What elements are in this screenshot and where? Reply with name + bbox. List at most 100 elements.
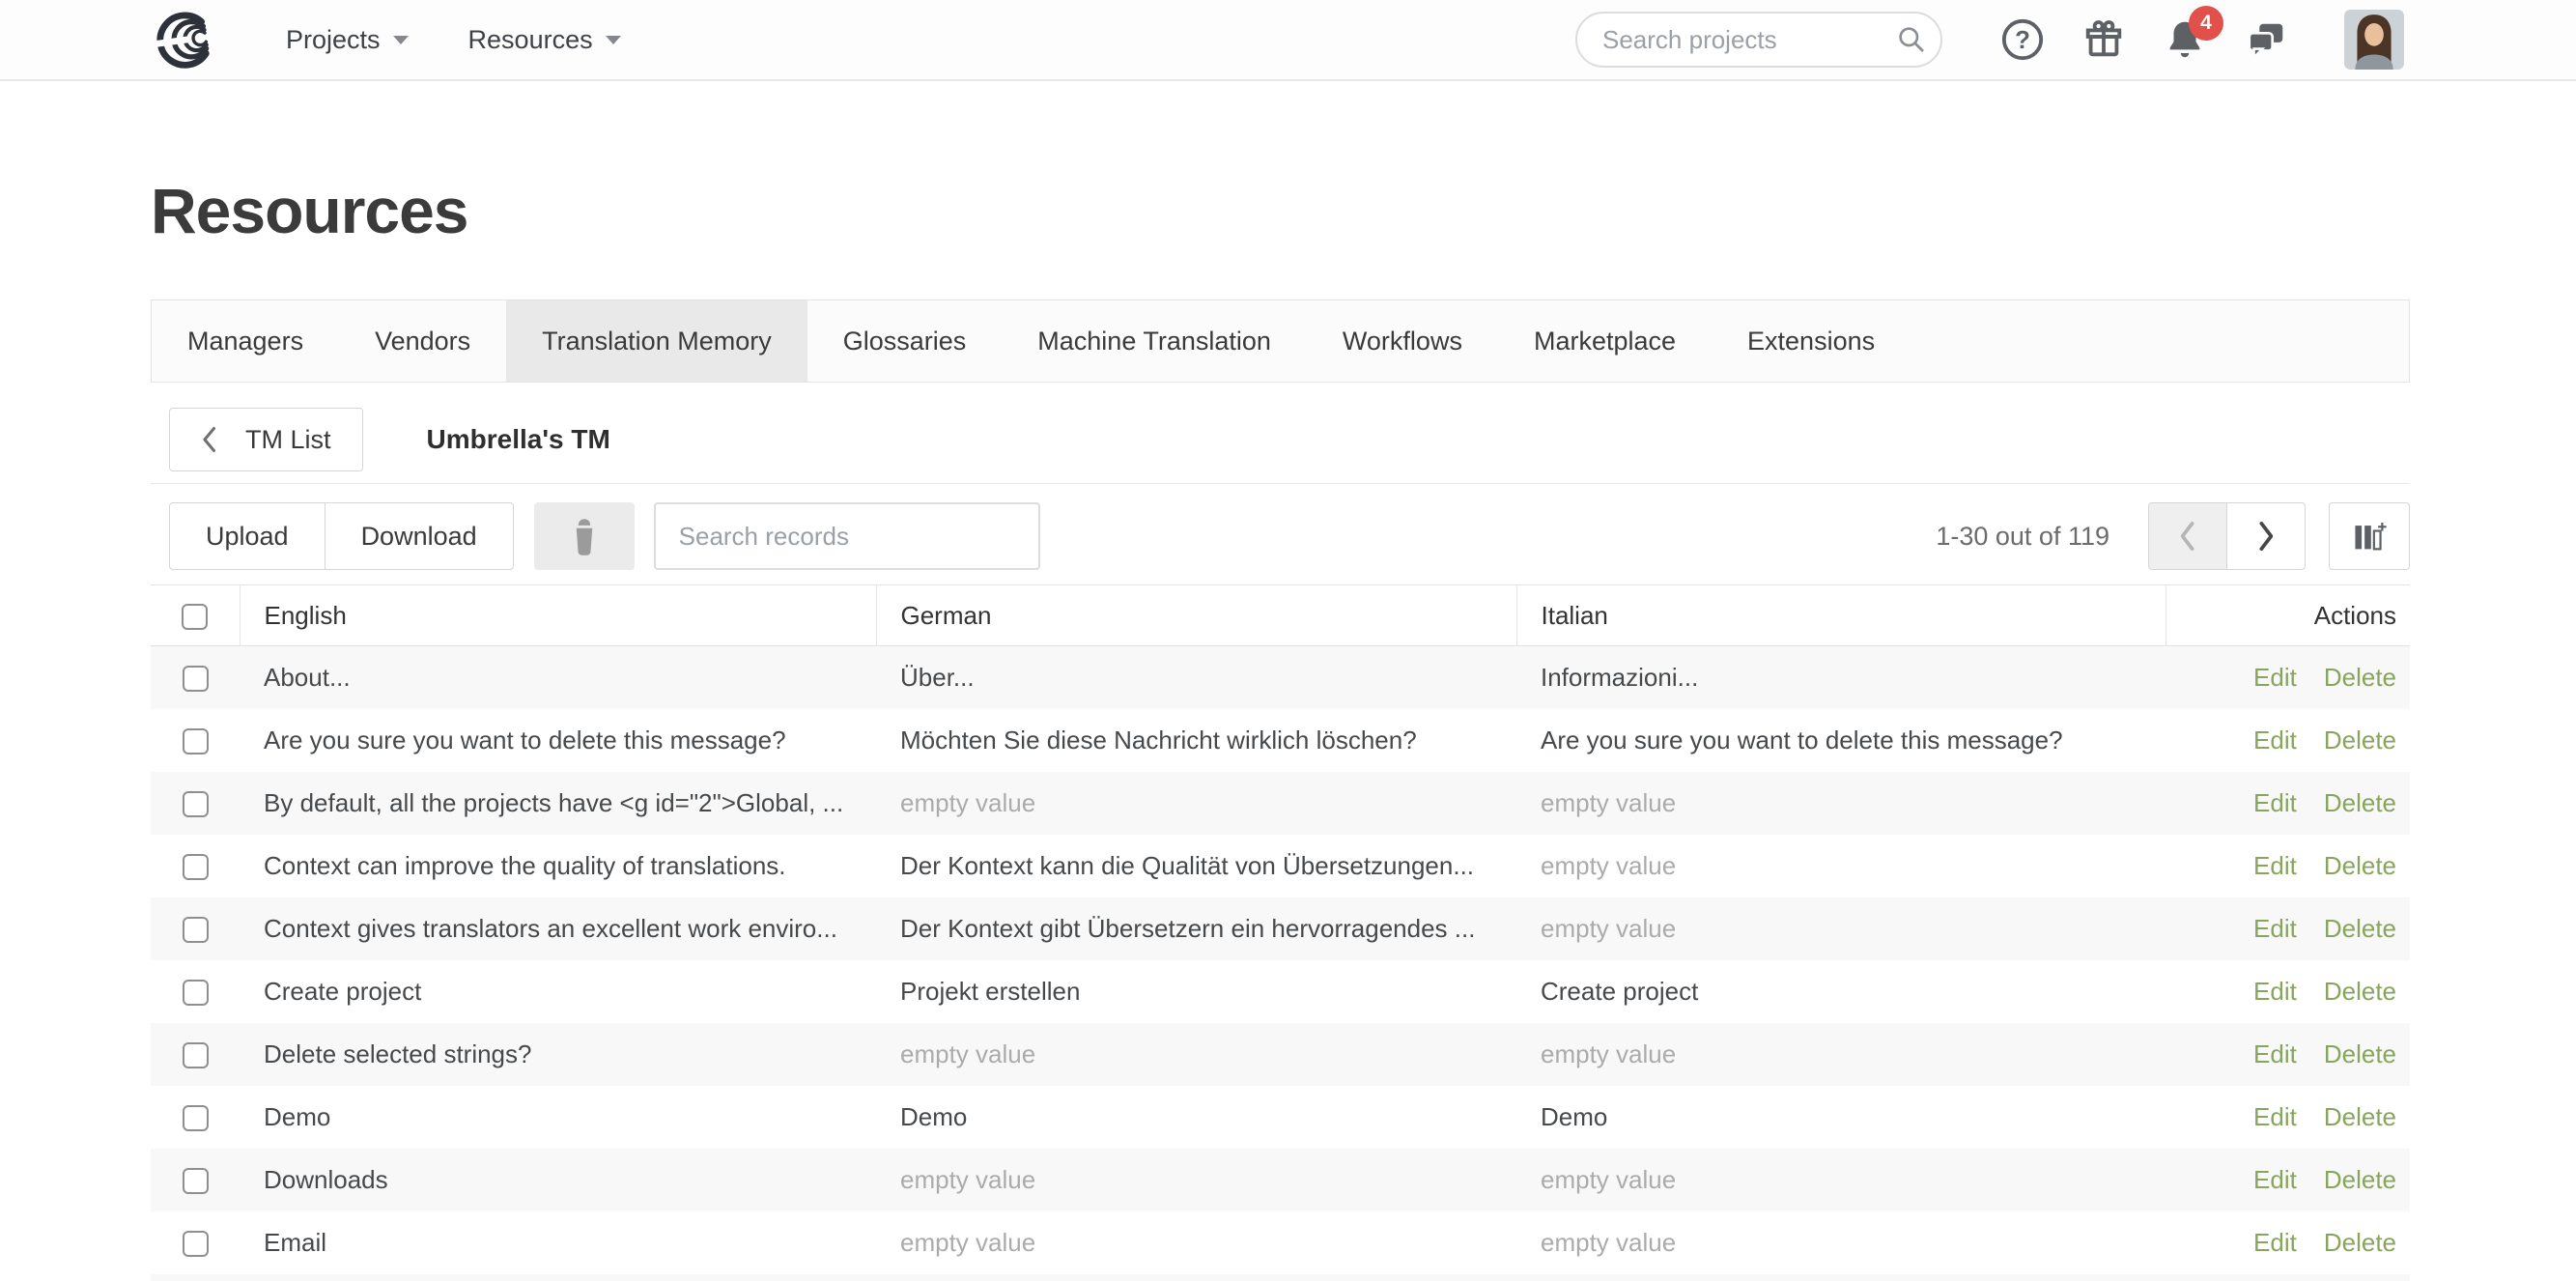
- row-checkbox[interactable]: [183, 1105, 209, 1131]
- row-checkbox[interactable]: [183, 1231, 209, 1257]
- translation-cell-german: empty value: [876, 1211, 1516, 1274]
- user-avatar[interactable]: [2344, 10, 2404, 70]
- edit-link[interactable]: Edit: [2253, 977, 2297, 1006]
- trash-icon: [567, 516, 602, 556]
- manage-columns-button[interactable]: [2329, 502, 2410, 570]
- edit-link[interactable]: Edit: [2253, 726, 2297, 754]
- tab-machine-translation[interactable]: Machine Translation: [1002, 300, 1307, 382]
- chevron-left-icon: [2177, 520, 2198, 553]
- delete-link[interactable]: Delete: [2324, 788, 2396, 817]
- chevron-right-icon: [2255, 520, 2277, 553]
- table-row: Downloads empty value empty value EditDe…: [151, 1149, 2410, 1211]
- tm-header-row: TM List Umbrella's TM: [151, 408, 2410, 471]
- tab-managers[interactable]: Managers: [152, 300, 339, 382]
- tm-name: Umbrella's TM: [427, 424, 610, 455]
- translation-cell-german: Der Kontext gibt Übersetzern ein hervorr…: [876, 897, 1516, 960]
- nav-menu-projects[interactable]: Projects: [286, 25, 409, 55]
- nav-menu-resources[interactable]: Resources: [468, 25, 621, 55]
- edit-link[interactable]: Edit: [2253, 788, 2297, 817]
- source-cell-english: Context gives translators an excellent w…: [240, 897, 876, 960]
- records-search-input[interactable]: [654, 502, 1040, 570]
- delete-link[interactable]: Delete: [2324, 1102, 2396, 1131]
- translation-cell-italian: Are you sure you want to delete this mes…: [1516, 709, 2166, 772]
- source-cell-english: Email: [240, 1211, 876, 1274]
- select-all-checkbox[interactable]: [182, 604, 208, 630]
- translation-cell-italian: empty value: [1516, 1023, 2166, 1086]
- company-logo-icon[interactable]: [153, 7, 226, 72]
- notification-count-badge: 4: [2189, 6, 2223, 41]
- source-cell-english: Delete selected strings?: [240, 1023, 876, 1086]
- table-row: About... Über... Informazioni... EditDel…: [151, 646, 2410, 709]
- delete-link[interactable]: Delete: [2324, 1165, 2396, 1194]
- resources-tab-bar: Managers Vendors Translation Memory Glos…: [151, 299, 2410, 383]
- translation-cell-german: empty value: [876, 772, 1516, 835]
- chevron-left-icon: [201, 426, 218, 453]
- delete-link[interactable]: Delete: [2324, 726, 2396, 754]
- source-cell-english: Are you sure you want to delete this mes…: [240, 709, 876, 772]
- search-icon[interactable]: [1896, 24, 1927, 55]
- source-cell-english: Downloads: [240, 1149, 876, 1211]
- delete-link[interactable]: Delete: [2324, 851, 2396, 880]
- projects-search: [1575, 12, 1942, 68]
- delete-link[interactable]: Delete: [2324, 914, 2396, 943]
- table-row-partial: [151, 1274, 2410, 1281]
- edit-link[interactable]: Edit: [2253, 914, 2297, 943]
- row-checkbox[interactable]: [183, 980, 209, 1006]
- tm-toolbar: Upload Download 1-30 out of 119: [151, 502, 2410, 570]
- row-checkbox[interactable]: [183, 917, 209, 943]
- tab-vendors[interactable]: Vendors: [339, 300, 506, 382]
- top-navbar: Projects Resources ?: [0, 0, 2576, 81]
- upload-button[interactable]: Upload: [169, 502, 326, 570]
- next-page-button[interactable]: [2226, 502, 2306, 570]
- gift-icon: [2081, 17, 2126, 62]
- row-checkbox[interactable]: [183, 666, 209, 692]
- download-button[interactable]: Download: [325, 502, 514, 570]
- edit-link[interactable]: Edit: [2253, 1228, 2297, 1257]
- pager-group: [2148, 502, 2306, 570]
- back-to-tm-list-button[interactable]: TM List: [169, 408, 363, 471]
- tm-records-table: English German Italian Actions About... …: [151, 584, 2410, 1274]
- tab-extensions[interactable]: Extensions: [1712, 300, 1911, 382]
- edit-link[interactable]: Edit: [2253, 851, 2297, 880]
- translation-cell-italian: empty value: [1516, 1211, 2166, 1274]
- gift-button[interactable]: [2081, 17, 2126, 62]
- table-row: Demo Demo Demo EditDelete: [151, 1086, 2410, 1149]
- table-row: Delete selected strings? empty value emp…: [151, 1023, 2410, 1086]
- delete-link[interactable]: Delete: [2324, 977, 2396, 1006]
- delete-link[interactable]: Delete: [2324, 1228, 2396, 1257]
- projects-search-input[interactable]: [1575, 12, 1942, 68]
- row-checkbox[interactable]: [183, 854, 209, 880]
- row-checkbox[interactable]: [183, 728, 209, 754]
- tab-workflows[interactable]: Workflows: [1307, 300, 1498, 382]
- column-header-english: English: [240, 585, 876, 646]
- navbar-icon-group: ? 4: [2000, 10, 2404, 70]
- row-checkbox[interactable]: [183, 791, 209, 817]
- tab-marketplace[interactable]: Marketplace: [1498, 300, 1712, 382]
- row-checkbox[interactable]: [183, 1168, 209, 1194]
- row-checkbox[interactable]: [183, 1042, 209, 1068]
- records-search: [654, 502, 1040, 570]
- notifications-button[interactable]: 4: [2163, 17, 2207, 62]
- edit-link[interactable]: Edit: [2253, 1165, 2297, 1194]
- upload-download-group: Upload Download: [169, 502, 514, 570]
- messages-button[interactable]: [2244, 17, 2288, 62]
- edit-link[interactable]: Edit: [2253, 1102, 2297, 1131]
- help-button[interactable]: ?: [2000, 17, 2045, 62]
- tab-glossaries[interactable]: Glossaries: [807, 300, 1003, 382]
- delete-records-button[interactable]: [534, 502, 635, 570]
- source-cell-english: By default, all the projects have <g id=…: [240, 772, 876, 835]
- edit-link[interactable]: Edit: [2253, 663, 2297, 692]
- delete-link[interactable]: Delete: [2324, 663, 2396, 692]
- translation-cell-german: Möchten Sie diese Nachricht wirklich lös…: [876, 709, 1516, 772]
- main-content: Resources Managers Vendors Translation M…: [151, 164, 2410, 1281]
- section-divider: [151, 483, 2410, 484]
- help-icon: ?: [2000, 17, 2045, 62]
- column-header-german: German: [876, 585, 1516, 646]
- table-row: Context can improve the quality of trans…: [151, 835, 2410, 897]
- tab-translation-memory[interactable]: Translation Memory: [506, 300, 807, 382]
- svg-text:?: ?: [2015, 27, 2030, 54]
- delete-link[interactable]: Delete: [2324, 1039, 2396, 1068]
- translation-cell-italian: empty value: [1516, 835, 2166, 897]
- previous-page-button[interactable]: [2148, 502, 2227, 570]
- edit-link[interactable]: Edit: [2253, 1039, 2297, 1068]
